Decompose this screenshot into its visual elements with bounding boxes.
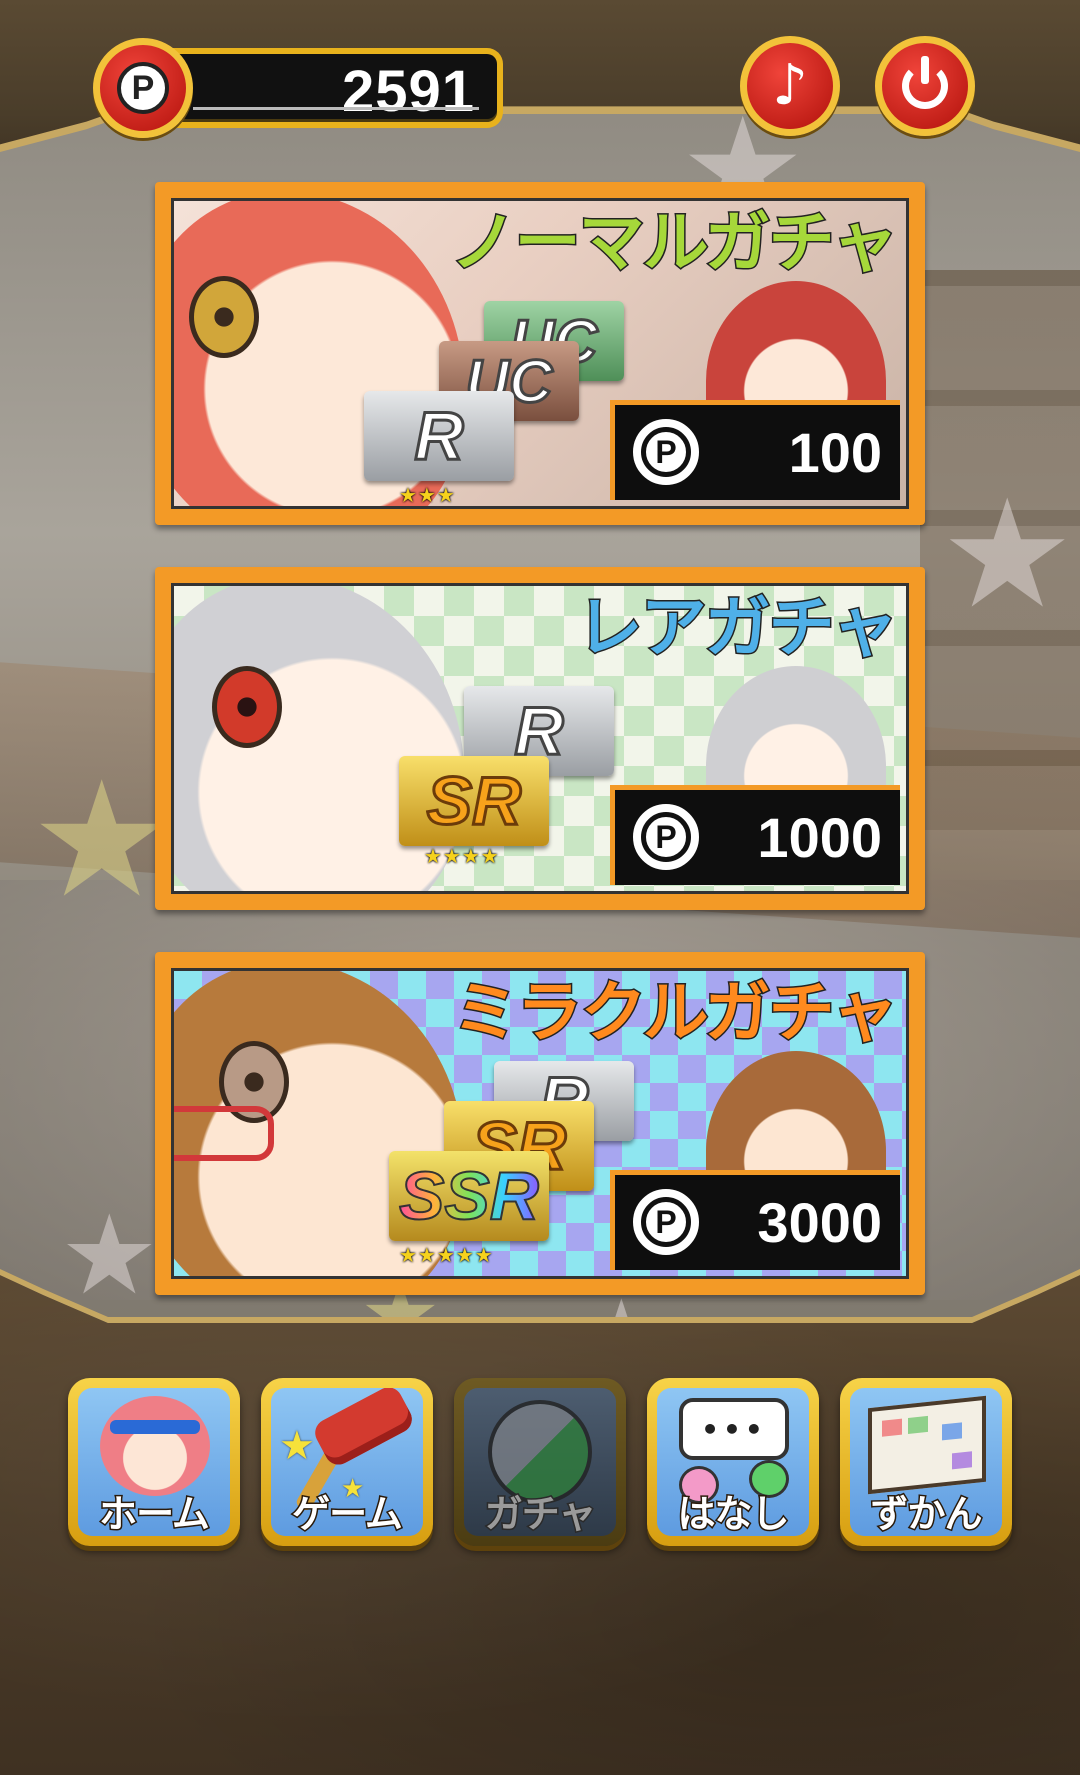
- nav-label: はなし: [676, 1491, 791, 1538]
- nav-story-button[interactable]: ••• はなし: [647, 1378, 819, 1546]
- background-star-icon: ★: [940, 468, 1075, 642]
- gacha-title: レアガチャ: [575, 589, 899, 666]
- price-value: 100: [788, 421, 882, 484]
- glasses: [174, 1106, 274, 1161]
- music-note-icon: ♪: [772, 53, 808, 118]
- gacha-title: ノーマルガチャ: [449, 204, 899, 281]
- price-box: P 100: [610, 400, 900, 500]
- character-eye: [189, 276, 259, 358]
- bottom-navigation: ホーム ★ ★ ゲーム ガチャ ••• はなし ずかん: [68, 1378, 1018, 1548]
- background-star-icon: ★: [60, 1191, 159, 1319]
- power-button[interactable]: [875, 36, 975, 136]
- home-girl-icon: [100, 1396, 210, 1496]
- rare-gacha-card[interactable]: R SR ★★★★ レアガチャ P 1000: [155, 567, 925, 910]
- music-toggle-button[interactable]: ♪: [740, 36, 840, 136]
- background-star-icon: ★: [30, 746, 174, 933]
- rarity-stars: ★★★★★: [399, 1243, 494, 1267]
- p-coin-icon: P: [633, 419, 699, 485]
- nav-label: ずかん: [869, 1491, 984, 1538]
- nav-label: ガチャ: [483, 1491, 598, 1538]
- rarity-badge-sr: SR: [399, 756, 549, 846]
- character-eye: [212, 666, 282, 748]
- normal-gacha-card[interactable]: UC UC R ★★★ ノーマルガチャ P 100: [155, 182, 925, 525]
- price-box: P 3000: [610, 1170, 900, 1270]
- book-icon: [868, 1395, 986, 1495]
- rarity-badge-r: R: [364, 391, 514, 481]
- gacha-screen: ★ ★ ★ ★ ★ ★ 2591 P ♪ UC UC R ★★★ ノーマルガチャ: [0, 0, 1080, 1775]
- nav-label: ホーム: [98, 1491, 212, 1538]
- nav-gacha-button[interactable]: ガチャ: [454, 1378, 626, 1546]
- gacha-title: ミラクルガチャ: [451, 974, 899, 1051]
- price-box: P 1000: [610, 785, 900, 885]
- price-value: 1000: [757, 806, 882, 869]
- nav-game-button[interactable]: ★ ★ ゲーム: [261, 1378, 433, 1546]
- rarity-stars: ★★★★: [424, 844, 500, 868]
- rarity-stars: ★★★: [399, 483, 456, 507]
- miracle-gacha-card[interactable]: R SR SSR ★★★★★ ミラクルガチャ P 3000: [155, 952, 925, 1295]
- nav-label: ゲーム: [291, 1491, 405, 1538]
- star-icon: ★: [279, 1423, 315, 1469]
- p-coin-icon: P: [633, 1189, 699, 1255]
- price-value: 3000: [757, 1191, 882, 1254]
- nav-encyclopedia-button[interactable]: ずかん: [840, 1378, 1012, 1546]
- nav-home-button[interactable]: ホーム: [68, 1378, 240, 1546]
- point-counter: 2591 P: [93, 38, 513, 138]
- rarity-badge-ssr: SSR: [389, 1151, 549, 1241]
- p-coin-icon: P: [633, 804, 699, 870]
- p-coin-icon: P: [93, 38, 193, 138]
- point-value: 2591: [341, 59, 475, 124]
- hammer-icon: [310, 1388, 417, 1470]
- speech-bubble-icon: •••: [679, 1398, 789, 1460]
- point-bar: 2591: [173, 48, 503, 128]
- power-icon: [902, 56, 948, 109]
